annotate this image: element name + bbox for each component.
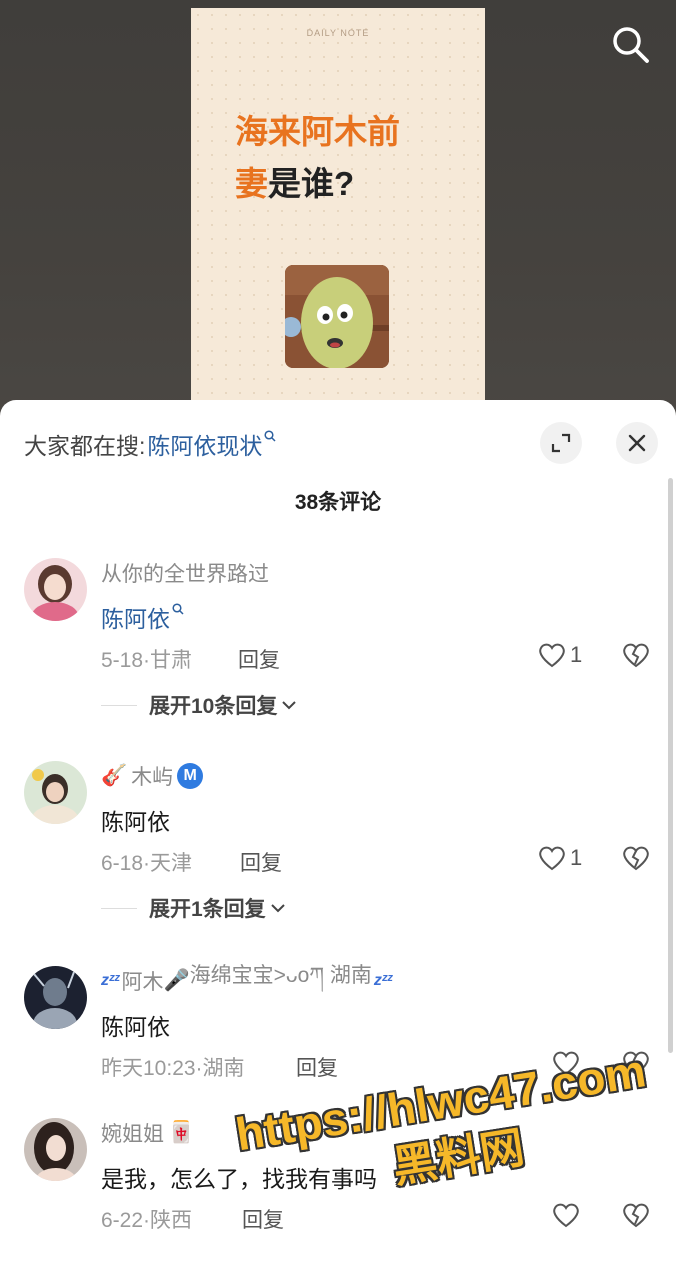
comment-text: 是我，怎么了，找我有事吗: [101, 1166, 377, 1192]
comment-date-location: 昨天10:23·湖南: [101, 1057, 245, 1080]
like-button[interactable]: [552, 1202, 580, 1228]
video-title: 海来阿木前 妻是谁?: [235, 106, 400, 210]
expand-icon: [551, 433, 571, 453]
note-label: DAILY NOTE: [306, 28, 370, 38]
reply-button[interactable]: 回复: [296, 1052, 338, 1082]
comment-username[interactable]: 从你的全世界路过: [101, 558, 269, 588]
scrollbar[interactable]: [668, 478, 673, 1053]
avatar[interactable]: [24, 558, 87, 621]
avatar[interactable]: [24, 761, 87, 824]
reply-button[interactable]: 回复: [242, 1204, 284, 1234]
comment-username[interactable]: 🎸 木屿 M: [101, 761, 204, 791]
comment-text: 陈阿依: [101, 1014, 170, 1040]
comment-text[interactable]: 陈阿依: [101, 600, 184, 634]
avatar[interactable]: [24, 966, 87, 1029]
comment-username-part-a: 阿木: [121, 971, 164, 994]
comment-count: 38条评论: [294, 491, 382, 514]
dislike-button[interactable]: [622, 1202, 650, 1233]
video-player[interactable]: DAILY NOTE 海来阿木前 妻是谁?: [0, 0, 676, 420]
like-button[interactable]: 1: [538, 642, 582, 668]
title-line-2-black: 是谁?: [268, 165, 355, 202]
broken-heart-icon: [623, 846, 649, 871]
broken-heart-icon: [623, 1203, 649, 1228]
broken-heart-icon: [623, 643, 649, 668]
heart-icon: [553, 1203, 579, 1228]
dislike-button[interactable]: [622, 1050, 650, 1081]
divider: [101, 907, 137, 909]
comment-date-location: 6-22·陕西: [101, 1209, 193, 1232]
reply-button[interactable]: 回复: [238, 644, 280, 674]
avatar[interactable]: [24, 1118, 87, 1181]
heart-icon: [539, 846, 565, 871]
reply-button[interactable]: 回复: [240, 847, 282, 877]
chevron-down-icon: [270, 904, 285, 913]
comment-username-text: 婉姐姐: [101, 1123, 164, 1146]
search-icon: [264, 430, 276, 442]
comment-date-location: 5-18·甘肃: [101, 649, 193, 672]
zzz-emoji: zᶻᶻ: [373, 972, 393, 989]
comment-sheet: 大家都在搜: 陈阿依现状 38条评论 从你的全世界路过 陈阿依 5-18·甘肃 …: [0, 400, 676, 1280]
like-button[interactable]: 1: [538, 845, 582, 871]
close-button[interactable]: [616, 422, 658, 464]
expand-replies-button[interactable]: 展开10条回复: [101, 690, 297, 720]
search-icon: [172, 603, 184, 615]
heart-icon: [553, 1051, 579, 1076]
trending-search-prefix: 大家都在搜:: [24, 433, 146, 459]
comment-username[interactable]: 婉姐姐 🀄: [101, 1118, 194, 1148]
title-line-1: 海来阿木前: [235, 113, 400, 150]
comment-username-part-b: 海绵宝宝>ᴗoཀ 湖南: [189, 963, 372, 987]
video-cover: DAILY NOTE 海来阿木前 妻是谁?: [191, 8, 485, 418]
comment-text: 陈阿依: [101, 809, 170, 835]
zzz-emoji: zᶻᶻ: [101, 972, 120, 989]
mahjong-emoji: 🀄: [168, 1121, 195, 1144]
close-icon: [628, 434, 646, 452]
like-button[interactable]: [552, 1050, 580, 1076]
search-button[interactable]: [610, 24, 652, 66]
like-count: 1: [570, 642, 583, 667]
trending-search-term[interactable]: 陈阿依现状: [147, 427, 262, 461]
broken-heart-icon: [623, 1051, 649, 1076]
comment-username-text: 木屿: [131, 766, 174, 789]
heart-icon: [539, 643, 565, 668]
meme-image: [285, 265, 389, 368]
like-count: 1: [570, 845, 583, 870]
dislike-button[interactable]: [622, 642, 650, 673]
verified-badge: M: [177, 763, 204, 789]
comment-text-link[interactable]: 陈阿依: [101, 600, 170, 634]
chevron-down-icon: [282, 701, 297, 710]
title-line-2-orange: 妻: [235, 165, 268, 202]
expand-replies-label: 展开10条回复: [149, 695, 278, 718]
microphone-emoji: 🎤: [163, 969, 190, 992]
expand-replies-button[interactable]: 展开1条回复: [101, 893, 286, 923]
guitar-emoji: 🎸: [101, 764, 128, 787]
expand-replies-label: 展开1条回复: [149, 898, 266, 921]
expand-sheet-button[interactable]: [540, 422, 582, 464]
search-icon: [613, 27, 649, 63]
divider: [101, 704, 137, 706]
comment-username[interactable]: zᶻᶻ 阿木 🎤 海绵宝宝>ᴗoཀ 湖南 zᶻᶻ: [101, 964, 393, 996]
dislike-button[interactable]: [622, 845, 650, 876]
trending-search[interactable]: 大家都在搜: 陈阿依现状: [24, 424, 276, 464]
comment-date-location: 6-18·天津: [101, 852, 193, 875]
